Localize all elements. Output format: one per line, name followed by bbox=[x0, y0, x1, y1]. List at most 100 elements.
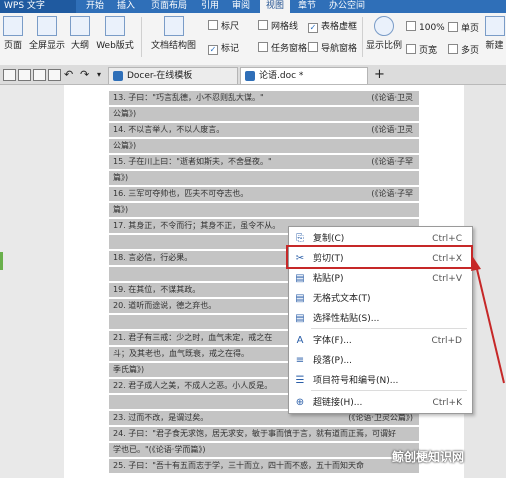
doc-line[interactable]: 16. 三军可夺帅也，匹夫不可夺志也。 (《论语·子罕 bbox=[109, 187, 419, 201]
menu-item-shortcut: Ctrl+K bbox=[432, 398, 462, 408]
outline-icon bbox=[70, 16, 90, 36]
fullscreen-button[interactable]: 全屏显示 bbox=[26, 16, 68, 51]
doc-line-text: 篇》) bbox=[113, 173, 129, 182]
word-doc-icon bbox=[245, 71, 255, 81]
doc-line-ref: (《论语·子罕 bbox=[371, 189, 413, 198]
bullets-icon: ☰ bbox=[295, 375, 305, 386]
tab-6[interactable]: 章节 bbox=[292, 0, 322, 13]
new-window-button[interactable]: 新建 bbox=[483, 16, 506, 51]
doc-line[interactable]: 学也已。"(《论语·学而篇》) bbox=[109, 443, 419, 457]
doc-tab-label: Docer-在线模板 bbox=[127, 71, 193, 81]
doc-line-text: 公篇》) bbox=[113, 141, 137, 150]
doc-tab-docer[interactable]: Docer-在线模板 bbox=[108, 67, 238, 84]
print-preview-icon[interactable] bbox=[48, 69, 61, 81]
font-icon: A bbox=[296, 335, 304, 346]
zoom-100-label: 100% bbox=[419, 23, 445, 33]
zoom-label: 显示比例 bbox=[365, 41, 402, 51]
doc-line[interactable]: 24. 子曰："君子食无求饱，居无求安，敏于事而慎于言，就有道而正焉，可谓好 bbox=[109, 427, 419, 441]
redo-icon[interactable]: ↷ bbox=[80, 68, 89, 81]
doc-line-ref: (《论语·卫灵 bbox=[371, 93, 413, 102]
undo-icon[interactable]: ↶ bbox=[64, 68, 73, 81]
doc-line-text: 25. 子曰："吾十有五而志于学，三十而立，四十而不惑，五十而知天命 bbox=[113, 461, 364, 470]
outline-button[interactable]: 大纲 bbox=[69, 16, 91, 51]
multi-page-icon bbox=[448, 44, 458, 54]
checkbox-label: 导航窗格 bbox=[321, 44, 358, 54]
view-page-button[interactable]: 页面 bbox=[2, 16, 24, 51]
doc-line[interactable]: 公篇》) bbox=[109, 107, 419, 121]
doc-line-text: 18. 言必信，行必果。 bbox=[113, 253, 193, 262]
doc-line-text: 13. 子曰："巧言乱德，小不忍则乱大谋。" bbox=[113, 93, 264, 102]
doc-line[interactable]: 15. 子在川上曰："逝者如斯夫，不舍昼夜。" (《论语·子罕 bbox=[109, 155, 419, 169]
doc-line[interactable]: 篇》) bbox=[109, 171, 419, 185]
checkbox-checks_row1-2[interactable]: ✓ 表格虚框 bbox=[308, 19, 357, 33]
checkbox-checks_row2-2[interactable]: 导航窗格 bbox=[308, 41, 357, 54]
tab-2[interactable]: 页面布局 bbox=[143, 0, 195, 13]
chevron-down-icon[interactable]: ▾ bbox=[97, 70, 101, 79]
outline-label: 大纲 bbox=[70, 41, 89, 51]
doc-line-text: 学也已。"(《论语·学而篇》) bbox=[113, 445, 206, 454]
tab-4[interactable]: 审阅 bbox=[225, 0, 257, 13]
doc-structure-icon bbox=[163, 16, 184, 36]
doc-line[interactable]: 13. 子曰："巧言乱德，小不忍则乱大谋。" (《论语·卫灵 bbox=[109, 91, 419, 105]
checkbox-checks_row2-1[interactable]: 任务窗格 bbox=[258, 41, 307, 54]
single-page-icon bbox=[448, 22, 458, 32]
paste-special-icon: ▤ bbox=[295, 313, 305, 324]
menu-item-label: 粘贴(P) bbox=[313, 274, 344, 284]
paste-text-icon: ▤ bbox=[295, 293, 305, 304]
doc-line[interactable]: 篇》) bbox=[109, 203, 419, 217]
doc-line[interactable]: 公篇》) bbox=[109, 139, 419, 153]
new-tab-icon[interactable]: + bbox=[374, 67, 385, 82]
menu-item-label: 项目符号和编号(N)... bbox=[313, 376, 399, 386]
tab-0[interactable]: 开始 bbox=[80, 0, 110, 13]
doc-line-text: 24. 子曰："君子食无求饱，居无求安，敏于事而慎于言，就有道而正焉，可谓好 bbox=[113, 429, 396, 438]
copy-icon: ⎘ bbox=[296, 233, 304, 244]
tab-1[interactable]: 插入 bbox=[111, 0, 141, 13]
checkbox-icon bbox=[208, 20, 218, 30]
watermark: 鲸创梗知识网 bbox=[392, 450, 465, 464]
zoom-100-icon bbox=[406, 21, 416, 31]
hyperlink-icon: ⊕ bbox=[295, 397, 305, 408]
zoom-100-button[interactable]: 100% bbox=[406, 21, 445, 33]
single-page-label: 单页 bbox=[461, 24, 480, 34]
left-panel bbox=[0, 85, 64, 478]
checkbox-icon: ✓ bbox=[208, 45, 218, 55]
save-icon[interactable] bbox=[18, 69, 31, 81]
doc-line-text: 公篇》) bbox=[113, 109, 137, 118]
web-layout-button[interactable]: Web版式 bbox=[93, 16, 137, 51]
doc-line-text: 斗；及其老也，血气既衰，戒之在得。 bbox=[113, 349, 249, 358]
doc-line-ref: (《论语·卫灵 bbox=[371, 125, 413, 134]
checkbox-checks_row1-0[interactable]: 标尺 bbox=[208, 19, 239, 32]
doc-line[interactable]: 14. 不以言举人，不以人废言。 (《论语·卫灵 bbox=[109, 123, 419, 137]
print-icon[interactable] bbox=[33, 69, 46, 81]
zoom-button[interactable]: 显示比例 bbox=[365, 16, 403, 51]
checkbox-checks_row1-1[interactable]: 网格线 bbox=[258, 19, 298, 32]
app-menu-button[interactable]: WPS 文字 bbox=[0, 0, 76, 13]
doc-structure-button[interactable]: 文档结构图 bbox=[146, 16, 201, 51]
multi-page-button[interactable]: 多页 bbox=[448, 43, 479, 56]
checkbox-checks_row2-0[interactable]: ✓ 标记 bbox=[208, 41, 239, 55]
tab-7[interactable]: 办公空间 bbox=[324, 0, 370, 13]
checkbox-icon: ✓ bbox=[308, 23, 318, 33]
checkbox-icon bbox=[258, 42, 268, 52]
tab-5[interactable]: 视图 bbox=[260, 0, 290, 13]
doc-line-text: 季氏篇》) bbox=[113, 365, 145, 374]
ribbon: 页面 全屏显示 大纲 Web版式 文档结构图 标尺 网格线 ✓ 表格虚框 ✓ 标记 任务窗… bbox=[0, 13, 506, 66]
view-page-label: 页面 bbox=[3, 41, 22, 51]
docer-icon bbox=[113, 71, 123, 81]
doc-line[interactable]: 25. 子曰："吾十有五而志于学，三十而立，四十而不惑，五十而知天命 bbox=[109, 459, 419, 473]
menu-separator bbox=[311, 390, 467, 391]
new-window-icon bbox=[484, 16, 505, 36]
tab-3[interactable]: 引用 bbox=[197, 0, 223, 13]
menu-item-hyperlink[interactable]: ⊕ 超链接(H)... Ctrl+K bbox=[289, 393, 472, 413]
checkbox-label: 任务窗格 bbox=[271, 44, 308, 54]
menu-item-label: 选择性粘贴(S)... bbox=[313, 314, 380, 324]
doc-line-text: 16. 三军可夺帅也，匹夫不可夺志也。 bbox=[113, 189, 249, 198]
checkbox-label: 标记 bbox=[221, 44, 240, 54]
single-page-button[interactable]: 单页 bbox=[448, 21, 479, 34]
doc-tab-lunyu[interactable]: 论语.doc * bbox=[240, 67, 368, 84]
page-width-button[interactable]: 页宽 bbox=[406, 43, 437, 56]
doc-line-text: 篇》) bbox=[113, 205, 129, 214]
doc-line-ref: (《论语·子罕 bbox=[371, 157, 413, 166]
open-folder-icon[interactable] bbox=[3, 69, 16, 81]
doc-tab-label: 论语.doc * bbox=[259, 71, 304, 81]
